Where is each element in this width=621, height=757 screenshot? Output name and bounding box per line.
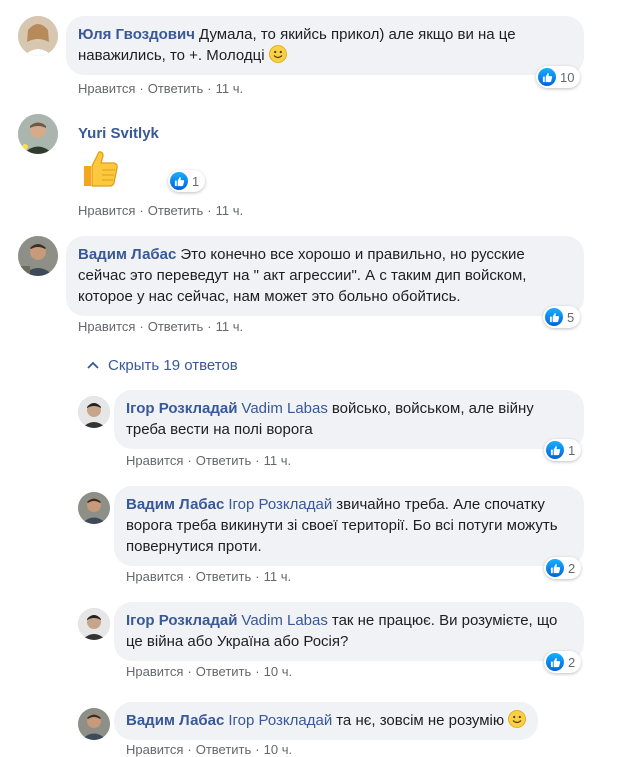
hide-replies-toggle[interactable]: Скрыть 19 ответов (86, 357, 238, 374)
reaction-number: 1 (192, 173, 200, 189)
comment-actions: Нравится · Ответить · 11 ч. (78, 203, 244, 218)
avatar[interactable] (78, 608, 110, 640)
timestamp[interactable]: 11 ч. (264, 453, 292, 468)
like-reaction-icon (546, 653, 564, 671)
avatar[interactable] (18, 16, 58, 56)
timestamp[interactable]: 11 ч. (216, 81, 244, 96)
comment-actions: Нравится · Ответить · 11 ч. (78, 319, 244, 334)
avatar[interactable] (78, 708, 110, 740)
author-name[interactable]: Yuri Svitlyk (78, 125, 159, 142)
like-reaction-icon (545, 308, 563, 326)
mention-link[interactable]: Ігор Розкладай (228, 712, 332, 729)
author-name[interactable]: Юля Гвоздович (78, 26, 195, 43)
smile-emoji-icon (508, 710, 527, 728)
timestamp[interactable]: 11 ч. (264, 569, 292, 584)
reply-bubble: Ігор Розкладай Vadim Labas так не працює. … (114, 602, 584, 661)
chevron-up-icon (87, 361, 99, 369)
author-name[interactable]: Ігор Розкладай (126, 400, 237, 417)
reaction-number: 2 (568, 560, 576, 576)
reply-bubble: Вадим Лабас Ігор Розкладай та нє, зовсім н… (114, 702, 539, 740)
timestamp[interactable]: 11 ч. (216, 203, 244, 218)
avatar[interactable] (18, 236, 58, 276)
author-name[interactable]: Вадим Лабас (126, 712, 224, 729)
reply-link[interactable]: Ответить (196, 664, 252, 679)
author-name[interactable]: Ігор Розкладай (126, 612, 237, 629)
like-link[interactable]: Нравится (126, 453, 183, 468)
reaction-number: 5 (567, 309, 575, 325)
reply-link[interactable]: Ответить (196, 742, 252, 757)
reply-bubble: Ігор Розкладай Vadim Labas войсько, войськ… (114, 390, 584, 449)
reply-link[interactable]: Ответить (196, 569, 252, 584)
reply-text: та нє, зовсім не розумію (336, 712, 505, 729)
comment-bubble: Юля Гвоздович Думала, то якийсь прикол) а… (66, 16, 584, 75)
timestamp[interactable]: 11 ч. (216, 319, 244, 334)
reply-actions: Нравится · Ответить · 11 ч. (126, 453, 292, 468)
avatar[interactable] (78, 396, 110, 428)
reply-link[interactable]: Ответить (148, 81, 204, 96)
mention-link[interactable]: Vadim Labas (241, 400, 327, 417)
reaction-count[interactable]: 5 (543, 306, 581, 328)
reaction-number: 2 (568, 654, 576, 670)
timestamp[interactable]: 10 ч. (264, 664, 292, 679)
author-name[interactable]: Вадим Лабас (78, 246, 176, 263)
avatar[interactable] (18, 114, 58, 154)
timestamp[interactable]: 10 ч. (264, 742, 292, 757)
like-link[interactable]: Нравится (78, 81, 135, 96)
reply-actions: Нравится · Ответить · 10 ч. (126, 742, 293, 757)
mention-link[interactable]: Vadim Labas (241, 612, 327, 629)
reply-actions: Нравится · Ответить · 10 ч. (126, 664, 293, 679)
reply-bubble: Вадим Лабас Ігор Розкладай звичайно треба.… (114, 486, 584, 566)
author-name[interactable]: Вадим Лабас (126, 496, 224, 513)
hide-replies-label: Скрыть 19 ответов (108, 357, 238, 374)
thumbs-up-sticker-icon[interactable] (78, 146, 122, 190)
reaction-count[interactable]: 2 (544, 557, 582, 579)
like-link[interactable]: Нравится (126, 742, 183, 757)
reaction-number: 1 (568, 442, 576, 458)
reply-actions: Нравится · Ответить · 11 ч. (126, 569, 292, 584)
reaction-count[interactable]: 2 (544, 651, 582, 673)
reaction-count[interactable]: 1 (544, 439, 582, 461)
like-link[interactable]: Нравится (126, 569, 183, 584)
avatar[interactable] (78, 492, 110, 524)
reply-link[interactable]: Ответить (148, 319, 204, 334)
reaction-count[interactable]: 10 (536, 66, 581, 88)
like-reaction-icon (546, 559, 564, 577)
like-link[interactable]: Нравится (78, 319, 135, 334)
like-link[interactable]: Нравится (126, 664, 183, 679)
comment-actions: Нравится · Ответить · 11 ч. (78, 81, 244, 96)
comment-bubble: Вадим Лабас Это конечно все хорошо и прав… (66, 236, 584, 316)
like-reaction-icon (546, 441, 564, 459)
like-link[interactable]: Нравится (78, 203, 135, 218)
reply-link[interactable]: Ответить (148, 203, 204, 218)
smile-emoji-icon (268, 45, 287, 63)
like-reaction-icon (170, 172, 188, 190)
reaction-count[interactable]: 1 (168, 170, 206, 192)
reply-link[interactable]: Ответить (196, 453, 252, 468)
like-reaction-icon (538, 68, 556, 86)
reaction-number: 10 (560, 69, 575, 85)
mention-link[interactable]: Ігор Розкладай (228, 496, 332, 513)
